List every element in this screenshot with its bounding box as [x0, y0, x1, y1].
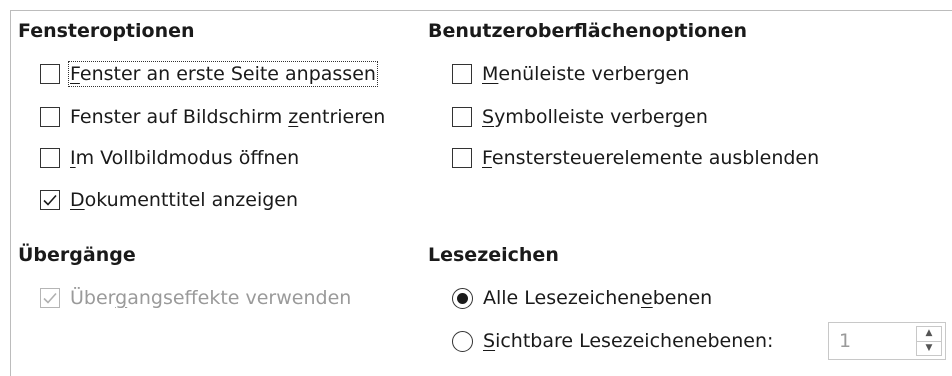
- hide-menubar-option[interactable]: Menüleiste verbergen: [452, 60, 689, 88]
- spin-up-icon: ▲: [925, 328, 933, 339]
- show-doc-title-checkbox[interactable]: [40, 190, 60, 210]
- show-doc-title-option[interactable]: Dokumenttitel anzeigen: [40, 186, 298, 214]
- center-window-checkbox[interactable]: [40, 107, 60, 127]
- show-doc-title-label[interactable]: Dokumenttitel anzeigen: [70, 189, 298, 211]
- checkmark-icon: [43, 194, 57, 206]
- visible-bookmark-levels-label[interactable]: Sichtbare Lesezeichenebenen:: [483, 330, 773, 352]
- bookmark-levels-spinbox: 1 ▲ ▼: [828, 322, 946, 360]
- center-window-option[interactable]: Fenster auf Bildschirm zentrieren: [40, 103, 385, 131]
- hide-window-controls-option[interactable]: Fenstersteuerelemente ausblenden: [452, 144, 819, 172]
- fullscreen-checkbox[interactable]: [40, 148, 60, 168]
- all-bookmark-levels-option[interactable]: Alle Lesezeichenebenen: [452, 284, 712, 312]
- ui-options-heading: Benutzeroberflächenoptionen: [428, 20, 748, 42]
- spin-arrows: ▲ ▼: [916, 326, 942, 356]
- spin-down-icon: ▼: [917, 340, 941, 356]
- fullscreen-label[interactable]: Im Vollbildmodus öffnen: [70, 147, 299, 169]
- center-window-label[interactable]: Fenster auf Bildschirm zentrieren: [70, 106, 385, 128]
- fit-first-page-option[interactable]: Fenster an erste Seite anpassen: [40, 60, 378, 88]
- hide-window-controls-label[interactable]: Fenstersteuerelemente ausblenden: [482, 147, 819, 169]
- window-options-heading: Fensteroptionen: [18, 20, 195, 42]
- fit-first-page-label[interactable]: Fenster an erste Seite anpassen: [68, 61, 378, 87]
- panel-border-left: [10, 10, 11, 376]
- hide-menubar-label[interactable]: Menüleiste verbergen: [482, 63, 689, 85]
- checkmark-icon: [43, 292, 57, 304]
- hide-toolbar-checkbox[interactable]: [452, 107, 472, 127]
- bookmark-levels-value: 1: [839, 330, 852, 352]
- all-bookmark-levels-label[interactable]: Alle Lesezeichenebenen: [483, 287, 712, 309]
- pdf-options-panel: Fensteroptionen Fenster an erste Seite a…: [0, 0, 952, 376]
- panel-border-top: [10, 10, 952, 11]
- use-transitions-label: Übergangseffekte verwenden: [70, 287, 352, 309]
- fit-first-page-checkbox[interactable]: [40, 64, 60, 84]
- radio-selected-dot: [457, 292, 468, 304]
- fullscreen-option[interactable]: Im Vollbildmodus öffnen: [40, 144, 299, 172]
- hide-menubar-checkbox[interactable]: [452, 64, 472, 84]
- use-transitions-checkbox: [40, 288, 60, 308]
- use-transitions-option: Übergangseffekte verwenden: [40, 284, 351, 312]
- hide-toolbar-option[interactable]: Symbolleiste verbergen: [452, 103, 708, 131]
- visible-bookmark-levels-radio[interactable]: [452, 330, 473, 352]
- all-bookmark-levels-radio[interactable]: [452, 287, 473, 309]
- visible-bookmark-levels-option[interactable]: Sichtbare Lesezeichenebenen:: [452, 327, 773, 355]
- bookmarks-heading: Lesezeichen: [428, 244, 559, 266]
- hide-toolbar-label[interactable]: Symbolleiste verbergen: [482, 106, 708, 128]
- hide-window-controls-checkbox[interactable]: [452, 148, 472, 168]
- transitions-heading: Übergänge: [18, 244, 136, 266]
